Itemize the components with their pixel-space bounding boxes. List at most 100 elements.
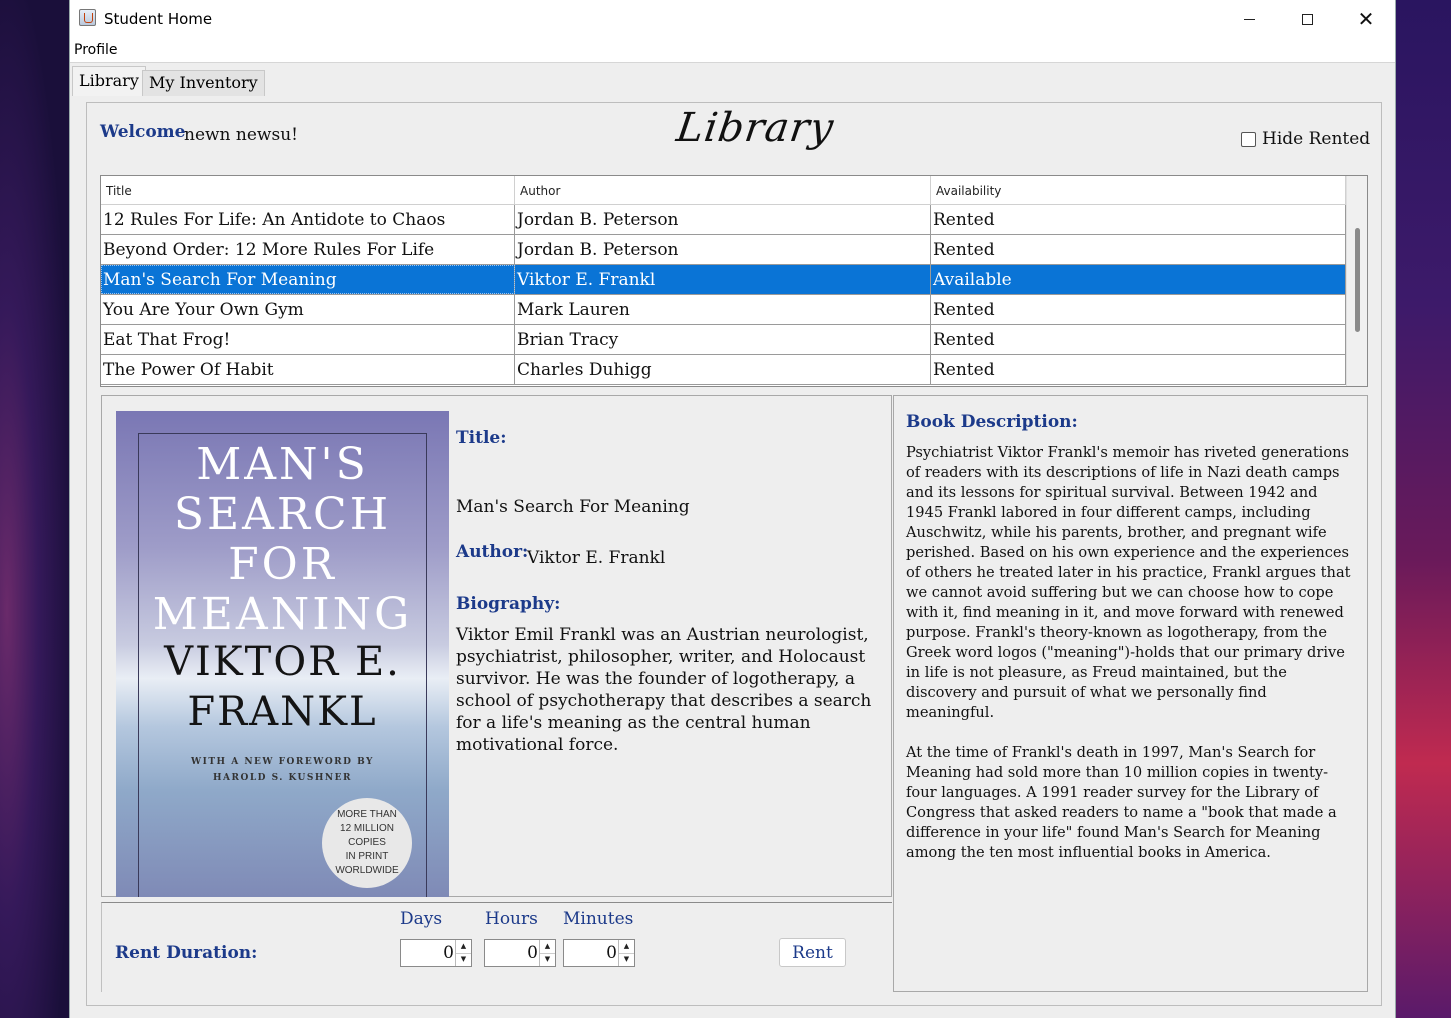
cell-author: Charles Duhigg — [515, 355, 931, 384]
cover-foreword-line: WITH A NEW FOREWORD BY — [191, 757, 374, 767]
days-label: Days — [400, 909, 443, 929]
badge-line: IN PRINT — [345, 851, 389, 862]
author-label: Author: — [456, 542, 529, 562]
rent-duration-label: Rent Duration: — [115, 943, 258, 963]
cover-title-line: MEANING — [152, 589, 413, 640]
hours-label: Hours — [485, 909, 538, 929]
table-row[interactable]: 12 Rules For Life: An Antidote to Chaos … — [101, 205, 1346, 235]
column-header-availability[interactable]: Availability — [931, 176, 1346, 204]
hours-spinner-buttons: ▲ ▼ — [539, 940, 555, 966]
column-header-author[interactable]: Author — [515, 176, 931, 204]
tab-library[interactable]: Library — [72, 66, 146, 97]
cover-badge: MORE THAN 12 MILLION COPIES IN PRINT WOR… — [322, 798, 412, 888]
cover-title-line: MAN'S — [196, 439, 369, 490]
days-spinner-buttons: ▲ ▼ — [455, 940, 471, 966]
java-app-icon — [79, 9, 96, 26]
checkbox-box[interactable] — [1241, 131, 1256, 147]
hide-rented-checkbox[interactable]: Hide Rented — [1241, 129, 1370, 149]
table-row[interactable]: The Power Of Habit Charles Duhigg Rented — [101, 355, 1346, 385]
table-scrollbar[interactable] — [1346, 176, 1367, 386]
title-label: Title: — [456, 428, 507, 448]
increment-arrow-icon[interactable]: ▲ — [540, 940, 555, 954]
cover-title-line: FOR — [228, 539, 337, 590]
table-row-selected[interactable]: Man's Search For Meaning Viktor E. Frank… — [101, 265, 1346, 295]
book-description-panel: Book Description: Psychiatrist Viktor Fr… — [893, 395, 1368, 992]
cell-author: Brian Tracy — [515, 325, 931, 354]
badge-line: WORLDWIDE — [335, 865, 399, 876]
minutes-value[interactable]: 0 — [606, 943, 617, 963]
minimize-icon — [1243, 18, 1255, 20]
book-description-label: Book Description: — [906, 412, 1078, 432]
days-value[interactable]: 0 — [443, 943, 454, 963]
book-detail-panel: MAN'S SEARCH FOR MEANING VIKTOR E. FRANK… — [101, 395, 892, 897]
title-bar[interactable]: Student Home ✕ — [70, 0, 1395, 38]
library-panel: Welcome newn newsu! Library Hide Rented … — [86, 102, 1382, 1006]
biography-label: Biography: — [456, 594, 561, 614]
page-title: Library — [673, 105, 837, 151]
increment-arrow-icon[interactable]: ▲ — [619, 940, 634, 954]
cell-author: Viktor E. Frankl — [515, 265, 931, 294]
rent-button[interactable]: Rent — [779, 938, 846, 967]
biography-text: Viktor Emil Frankl was an Austrian neuro… — [456, 625, 872, 755]
cell-availability: Available — [931, 265, 1346, 294]
close-icon: ✕ — [1357, 7, 1375, 31]
cover-title-line: SEARCH — [173, 489, 392, 540]
menu-bar: Profile — [70, 38, 1395, 62]
cell-author: Jordan B. Peterson — [515, 205, 931, 234]
cell-title: Eat That Frog! — [101, 325, 515, 354]
user-name: newn newsu! — [184, 125, 298, 145]
menu-profile[interactable]: Profile — [74, 42, 118, 58]
decrement-arrow-icon[interactable]: ▼ — [456, 953, 471, 966]
desktop-wallpaper-left — [0, 0, 70, 1018]
cover-foreword-line: HAROLD S. KUSHNER — [213, 773, 352, 783]
minutes-spinner-buttons: ▲ ▼ — [618, 940, 634, 966]
cell-availability: Rented — [931, 295, 1346, 324]
badge-line: 12 MILLION COPIES — [340, 823, 394, 848]
rent-duration-panel: Rent Duration: Days 0 ▲ ▼ Hours 0 ▲ ▼ Mi… — [101, 902, 892, 992]
cell-author: Mark Lauren — [515, 295, 931, 324]
hours-value[interactable]: 0 — [527, 943, 538, 963]
cover-author-line: VIKTOR E. — [164, 639, 401, 685]
desktop-wallpaper-right — [1396, 0, 1451, 1018]
welcome-label: Welcome — [100, 122, 186, 142]
books-table: Title Author Availability 12 Rules For L… — [100, 175, 1368, 387]
description-paragraph: Psychiatrist Viktor Frankl's memoir has … — [906, 444, 1351, 721]
cell-availability: Rented — [931, 235, 1346, 264]
close-button[interactable]: ✕ — [1337, 0, 1395, 38]
student-home-window: Student Home ✕ Profile Library My Invent… — [69, 0, 1396, 1018]
library-tab-content: Welcome newn newsu! Library Hide Rented … — [70, 96, 1395, 1018]
window-title: Student Home — [104, 10, 213, 28]
minimize-button[interactable] — [1220, 0, 1278, 38]
hours-spinner[interactable]: 0 ▲ ▼ — [484, 939, 556, 967]
tab-my-inventory[interactable]: My Inventory — [142, 70, 265, 97]
table-row[interactable]: You Are Your Own Gym Mark Lauren Rented — [101, 295, 1346, 325]
days-spinner[interactable]: 0 ▲ ▼ — [400, 939, 472, 967]
decrement-arrow-icon[interactable]: ▼ — [540, 953, 555, 966]
cell-availability: Rented — [931, 355, 1346, 384]
table-header: Title Author Availability — [101, 176, 1346, 205]
cell-title: The Power Of Habit — [101, 355, 515, 384]
author-value: Viktor E. Frankl — [527, 548, 666, 568]
cell-title: You Are Your Own Gym — [101, 295, 515, 324]
column-header-title[interactable]: Title — [101, 176, 515, 204]
table-row[interactable]: Beyond Order: 12 More Rules For Life Jor… — [101, 235, 1346, 265]
tab-strip: Library My Inventory — [70, 62, 1395, 97]
book-cover-image: MAN'S SEARCH FOR MEANING VIKTOR E. FRANK… — [116, 411, 449, 897]
book-description-text: Psychiatrist Viktor Frankl's memoir has … — [906, 443, 1352, 883]
table-row[interactable]: Eat That Frog! Brian Tracy Rented — [101, 325, 1346, 355]
description-paragraph: At the time of Frankl's death in 1997, M… — [906, 744, 1337, 861]
cover-author-line: FRANKL — [187, 689, 378, 735]
scrollbar-thumb[interactable] — [1355, 228, 1360, 332]
increment-arrow-icon[interactable]: ▲ — [456, 940, 471, 954]
maximize-button[interactable] — [1278, 0, 1336, 38]
maximize-icon — [1301, 13, 1313, 25]
cell-title: 12 Rules For Life: An Antidote to Chaos — [101, 205, 515, 234]
title-value: Man's Search For Meaning — [456, 497, 690, 517]
cell-title: Man's Search For Meaning — [101, 265, 515, 294]
minutes-spinner[interactable]: 0 ▲ ▼ — [563, 939, 635, 967]
badge-line: MORE THAN — [337, 809, 397, 820]
cell-author: Jordan B. Peterson — [515, 235, 931, 264]
cell-availability: Rented — [931, 205, 1346, 234]
hide-rented-label: Hide Rented — [1262, 129, 1371, 149]
decrement-arrow-icon[interactable]: ▼ — [619, 953, 634, 966]
